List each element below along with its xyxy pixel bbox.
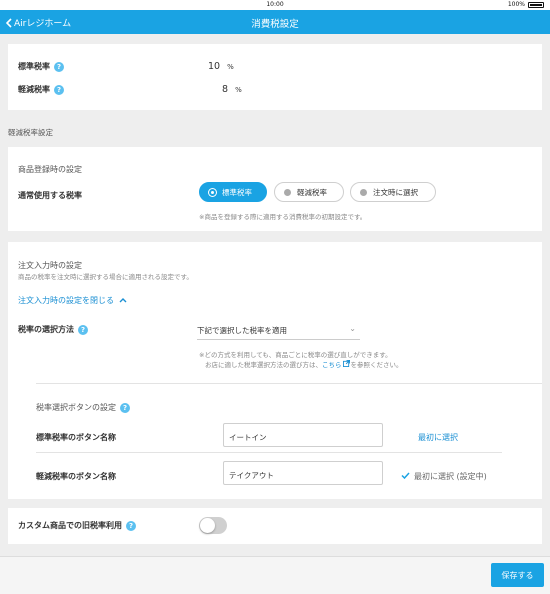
reduced-button-name-input[interactable]: テイクアウト [223,461,383,485]
radio-icon [284,188,291,196]
status-time: 10:00 [266,1,284,8]
default-rate-label: 通常使用する税率 [18,191,82,200]
help-icon[interactable]: ? [54,61,64,72]
footer-bar [0,556,550,594]
option-label: 標準税率 [222,187,252,197]
radio-selected-icon [209,188,216,196]
toggle-knob [200,518,215,533]
method-note-line2: お店に適した税率選択方法の選び方は、こちら を参照ください。 [205,359,403,369]
chevron-up-icon [119,298,127,303]
note-prefix: お店に適した税率選択方法の選び方は、 [205,361,322,369]
default-rate-note: ※商品を登録する際に適用する消費税率の初期設定です。 [199,213,367,221]
select-first-link[interactable]: 最初に選択 [418,432,458,443]
reference-link-label: こちら [322,361,342,369]
custom-product-card: カスタム商品での旧税率利用? [8,508,542,544]
nav-bar: Airレジホーム 消費税設定 [0,10,550,34]
divider [36,383,542,384]
radio-icon [360,188,367,196]
method-label: 税率の選択方法 [18,325,74,334]
page-title: 消費税設定 [251,19,299,30]
section-heading-reduced: 軽減税率設定 [8,128,53,137]
divider [36,452,502,453]
button-settings-row: 税率選択ボタンの設定? [36,402,130,413]
reduced-rate-label: 軽減税率 [18,85,50,94]
custom-product-row: カスタム商品での旧税率利用? [18,520,136,531]
order-entry-description: 商品の税率を注文時に選択する場合に適用される設定です。 [18,273,193,281]
collapse-link-label: 注文入力時の設定を閉じる [18,296,114,305]
option-standard-rate[interactable]: 標準税率 [199,182,267,202]
battery-indicator: 100% [508,1,544,8]
option-label: 軽減税率 [297,187,327,197]
method-note-line1: ※どの方式を利用しても、商品ごとに税率の選び直しができます。 [199,351,392,359]
standard-button-name-label: 標準税率のボタン名称 [36,433,116,442]
tax-rates-card: 標準税率? 10 % 軽減税率? 8 % [8,44,542,110]
custom-product-label: カスタム商品での旧税率利用 [18,521,122,530]
order-entry-title: 注文入力時の設定 [18,261,82,270]
collapse-order-settings-link[interactable]: 注文入力時の設定を閉じる [18,295,127,306]
external-link-icon [342,360,350,367]
standard-rate-value: 10 % [208,61,234,72]
option-label: 注文時に選択 [373,187,418,197]
reduced-rate-unit: % [235,86,242,94]
first-selected-status: 最初に選択 (設定中) [401,471,487,482]
reduced-rate-row: 軽減税率? [18,84,64,95]
help-icon[interactable]: ? [126,520,136,531]
reference-link[interactable]: こちら [322,360,351,369]
help-icon[interactable]: ? [120,402,130,413]
reduced-rate-number: 8 [222,84,229,95]
check-icon [401,472,410,480]
standard-rate-number: 10 [208,61,221,72]
battery-icon [528,1,544,8]
option-choose-at-order[interactable]: 注文時に選択 [350,182,436,202]
button-settings-title: 税率選択ボタンの設定 [36,403,116,412]
status-bar: 10:00 100% [0,0,550,10]
method-select[interactable]: 下記で選択した税率を適用 ⌄ [197,318,360,340]
standard-rate-label: 標準税率 [18,62,50,71]
method-select-value: 下記で選択した税率を適用 [197,326,287,335]
battery-percent: 100% [507,1,525,8]
product-registration-title: 商品登録時の設定 [18,165,82,174]
help-icon[interactable]: ? [54,84,64,95]
reduced-rate-value: 8 % [222,84,242,95]
help-icon[interactable]: ? [78,324,88,335]
standard-button-name-input[interactable]: イートイン [223,423,383,447]
standard-rate-row: 標準税率? [18,61,64,72]
chevron-down-icon: ⌄ [349,324,356,333]
option-reduced-rate[interactable]: 軽減税率 [274,182,344,202]
method-row: 税率の選択方法? [18,324,88,335]
custom-product-toggle[interactable] [199,517,227,534]
save-button[interactable]: 保存する [491,563,544,587]
reduced-button-name-label: 軽減税率のボタン名称 [36,472,116,481]
first-selected-text: 最初に選択 (設定中) [414,472,487,481]
save-label: 保存する [501,570,534,580]
note-suffix: を参照ください。 [350,361,403,369]
standard-rate-unit: % [227,63,234,71]
